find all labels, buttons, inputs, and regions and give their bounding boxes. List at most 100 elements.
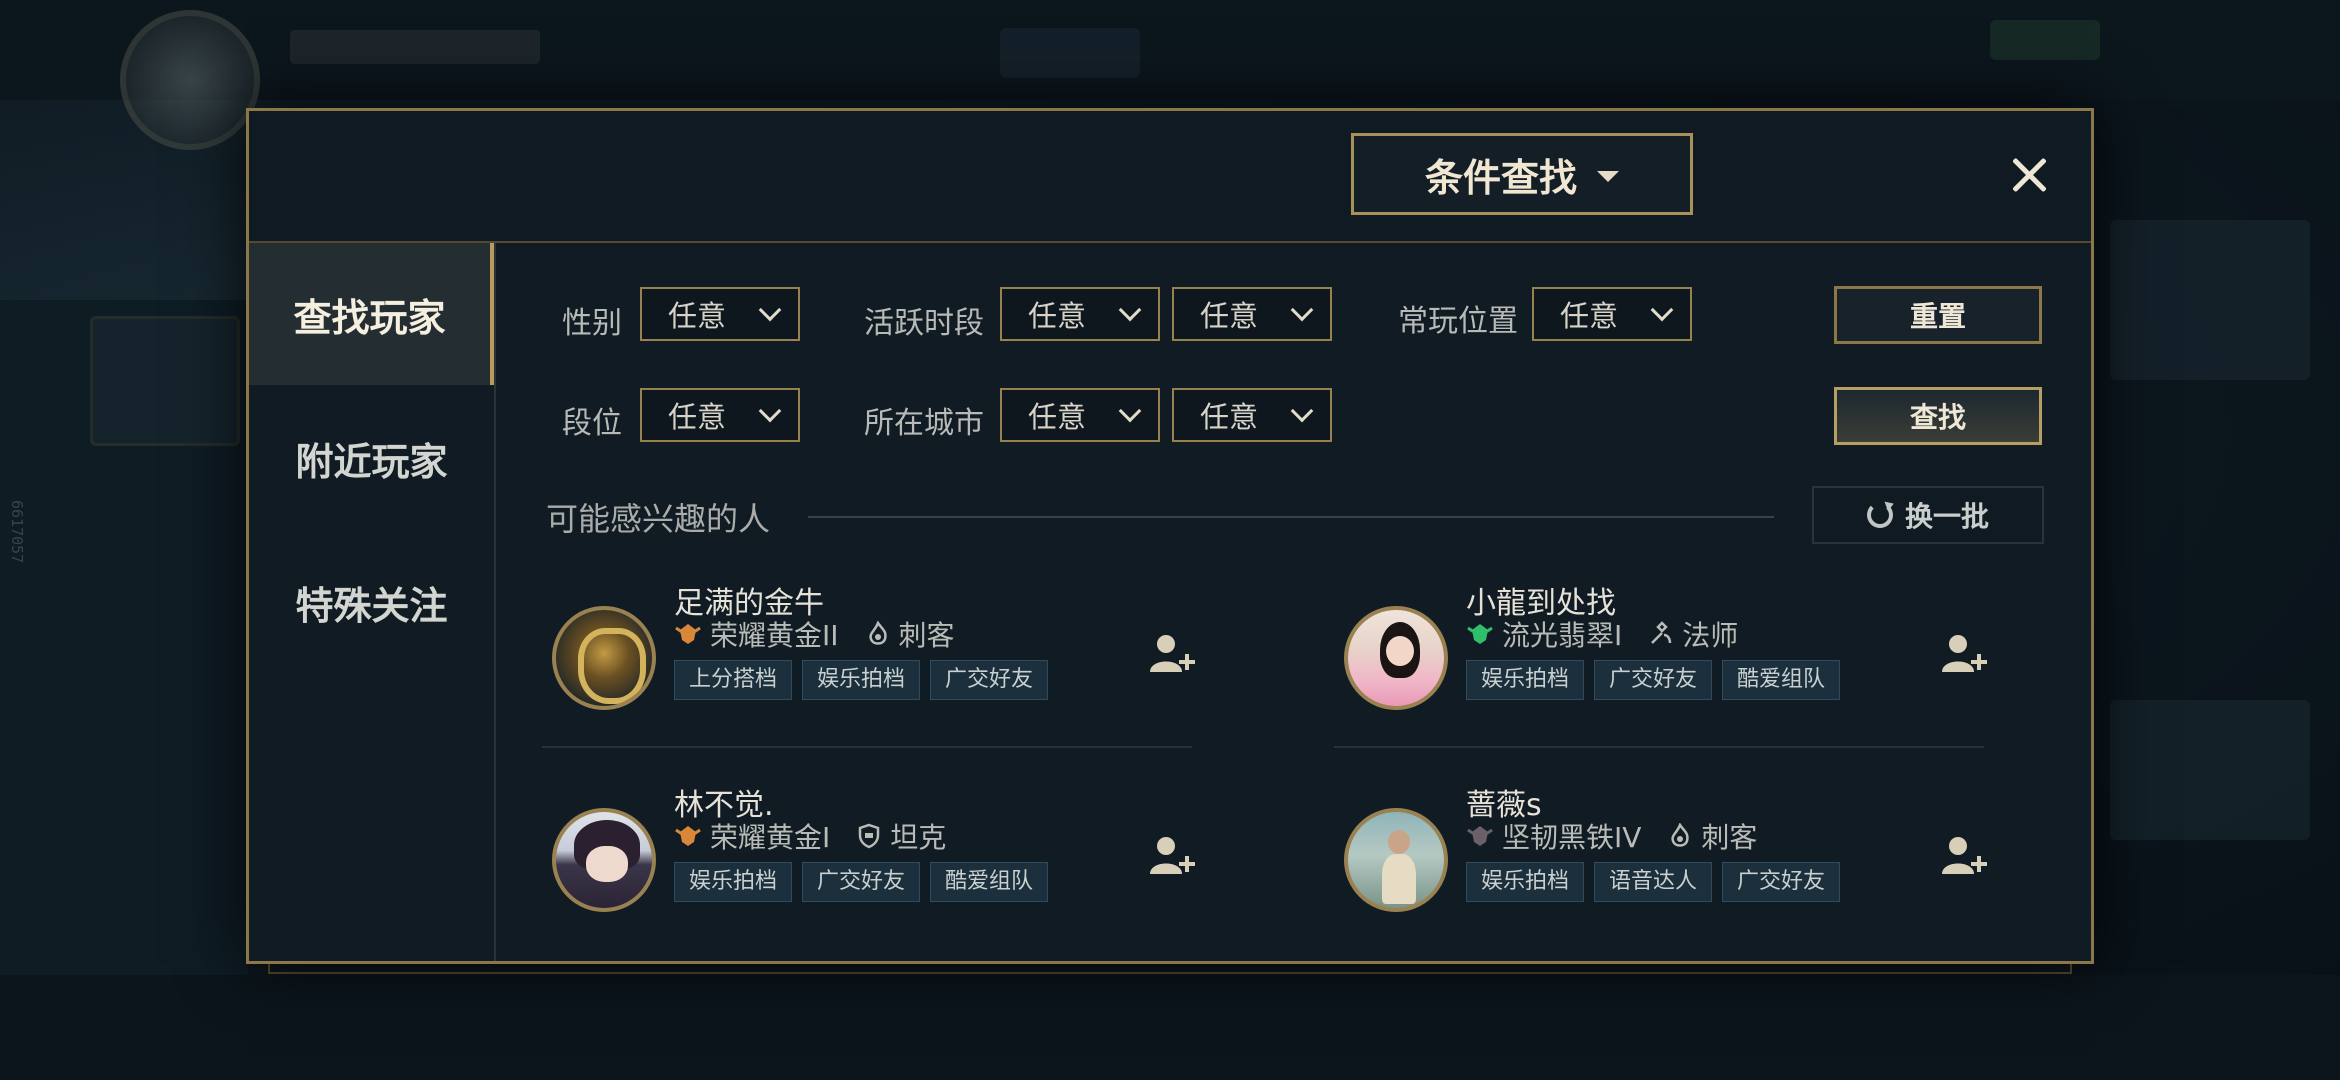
chevron-down-icon <box>1118 399 1142 423</box>
mage-icon <box>1651 621 1672 644</box>
background-status <box>1990 20 2100 60</box>
rank-emblem-icon <box>1467 624 1493 644</box>
player-tag: 广交好友 <box>1594 660 1713 700</box>
tank-icon <box>859 823 880 849</box>
search-label: 查找 <box>1909 401 1966 434</box>
player-tag: 广交好友 <box>930 660 1049 700</box>
player-tag: 语音达人 <box>1594 862 1713 902</box>
background-right-panel-2 <box>2110 700 2310 840</box>
city-province-dropdown[interactable]: 任意 <box>1000 388 1160 442</box>
tab-label: 附近玩家 <box>295 439 448 484</box>
avatar[interactable] <box>1344 808 1448 912</box>
reset-label: 重置 <box>1909 300 1966 333</box>
player-tag: 广交好友 <box>802 862 921 902</box>
add-friend-icon[interactable] <box>1940 834 1990 876</box>
background-avatar <box>120 10 260 150</box>
city-province-value: 任意 <box>1028 400 1087 434</box>
refresh-batch-button[interactable]: 换一批 <box>1812 486 2044 544</box>
avatar[interactable] <box>1344 606 1448 710</box>
player-role: 法师 <box>1682 619 1739 652</box>
search-mode-dropdown[interactable]: 条件查找 <box>1351 133 1693 215</box>
suggestions-title: 可能感兴趣的人 <box>546 500 771 538</box>
rank-value: 任意 <box>668 400 727 434</box>
player-tag: 酷爱组队 <box>930 862 1049 902</box>
tab-find-player[interactable]: 查找玩家 <box>249 243 494 385</box>
chevron-down-icon <box>1290 399 1314 423</box>
rank-dropdown[interactable]: 任意 <box>640 388 800 442</box>
background-bottom-bar <box>0 975 2340 1080</box>
player-card[interactable]: 蔷薇s 坚韧黑铁IV 刺客 娱乐拍档 语音达人 广交好友 <box>1340 780 2040 970</box>
player-card[interactable]: 小龍到处找 流光翡翠I 法师 娱乐拍档 广交好友 酷爱组队 <box>1340 578 2040 768</box>
player-card[interactable]: 林不觉. 荣耀黄金I 坦克 娱乐拍档 广交好友 酷爱组队 <box>548 780 1248 970</box>
chevron-down-icon <box>1118 298 1142 322</box>
rank-emblem-icon <box>675 826 701 846</box>
rank-emblem-icon <box>675 624 701 644</box>
tab-special-follow[interactable]: 特殊关注 <box>249 531 494 673</box>
active-time-start-dropdown[interactable]: 任意 <box>1000 287 1160 341</box>
player-tags: 娱乐拍档 广交好友 酷爱组队 <box>1466 660 1841 700</box>
chevron-down-icon <box>758 399 782 423</box>
suggestions-divider <box>808 516 1774 518</box>
player-tag: 广交好友 <box>1722 862 1841 902</box>
gender-label: 性别 <box>562 306 622 341</box>
caret-down-icon <box>1597 170 1619 182</box>
player-rank: 坚韧黑铁IV <box>1502 821 1642 854</box>
close-icon[interactable] <box>2007 153 2051 197</box>
chevron-down-icon <box>1290 298 1314 322</box>
tab-label: 特殊关注 <box>295 583 448 628</box>
active-time-start-value: 任意 <box>1028 299 1087 333</box>
player-tags: 娱乐拍档 广交好友 酷爱组队 <box>674 862 1049 902</box>
background-currency <box>1000 28 1140 78</box>
background-sidebar-card <box>90 316 240 446</box>
player-meta: 荣耀黄金II 刺客 <box>674 614 955 654</box>
player-role: 坦克 <box>890 821 947 854</box>
refresh-icon <box>1866 502 1893 528</box>
reset-button[interactable]: 重置 <box>1834 286 2042 344</box>
chevron-down-icon <box>1650 298 1674 322</box>
search-mode-label: 条件查找 <box>1424 155 1577 200</box>
player-tag: 娱乐拍档 <box>1466 862 1585 902</box>
avatar[interactable] <box>552 606 656 710</box>
player-tag: 酷爱组队 <box>1722 660 1841 700</box>
add-friend-icon[interactable] <box>1148 632 1198 674</box>
rank-emblem-icon <box>1467 826 1493 846</box>
player-meta: 荣耀黄金I 坦克 <box>674 816 946 856</box>
gender-value: 任意 <box>668 299 727 333</box>
refresh-label: 换一批 <box>1904 500 1989 533</box>
player-meta: 流光翡翠I 法师 <box>1466 614 1738 654</box>
position-label: 常玩位置 <box>1398 304 1518 339</box>
player-rank: 荣耀黄金II <box>710 619 839 652</box>
player-card[interactable]: 足满的金牛 荣耀黄金II 刺客 上分搭档 娱乐拍档 广交好友 <box>548 578 1248 768</box>
rank-label: 段位 <box>562 406 622 441</box>
position-dropdown[interactable]: 任意 <box>1532 287 1692 341</box>
city-label: 所在城市 <box>864 406 984 441</box>
tab-nearby-players[interactable]: 附近玩家 <box>249 387 494 529</box>
background-side-code: 6617057 <box>8 500 26 564</box>
gender-dropdown[interactable]: 任意 <box>640 287 800 341</box>
player-tag: 娱乐拍档 <box>674 862 793 902</box>
city-city-dropdown[interactable]: 任意 <box>1172 388 1332 442</box>
player-tag: 娱乐拍档 <box>1466 660 1585 700</box>
search-button[interactable]: 查找 <box>1834 387 2042 445</box>
side-tabs: 查找玩家 附近玩家 特殊关注 <box>249 243 496 961</box>
background-right-panel <box>2110 220 2310 380</box>
card-divider <box>1334 746 1984 748</box>
player-rank: 荣耀黄金I <box>710 821 831 854</box>
active-time-end-value: 任意 <box>1200 299 1259 333</box>
card-divider <box>542 746 1192 748</box>
avatar[interactable] <box>552 808 656 912</box>
tab-label: 查找玩家 <box>293 295 446 340</box>
add-friend-icon[interactable] <box>1940 632 1990 674</box>
active-time-end-dropdown[interactable]: 任意 <box>1172 287 1332 341</box>
active-time-label: 活跃时段 <box>864 306 984 341</box>
background-player-name <box>290 30 540 64</box>
city-city-value: 任意 <box>1200 400 1259 434</box>
player-tags: 娱乐拍档 语音达人 广交好友 <box>1466 862 1841 902</box>
chevron-down-icon <box>758 298 782 322</box>
player-role: 刺客 <box>898 619 955 652</box>
assassin-icon <box>868 621 887 645</box>
player-meta: 坚韧黑铁IV 刺客 <box>1466 816 1757 856</box>
add-friend-icon[interactable] <box>1148 834 1198 876</box>
modal-header: 条件查找 <box>249 111 2091 243</box>
player-tag: 娱乐拍档 <box>802 660 921 700</box>
